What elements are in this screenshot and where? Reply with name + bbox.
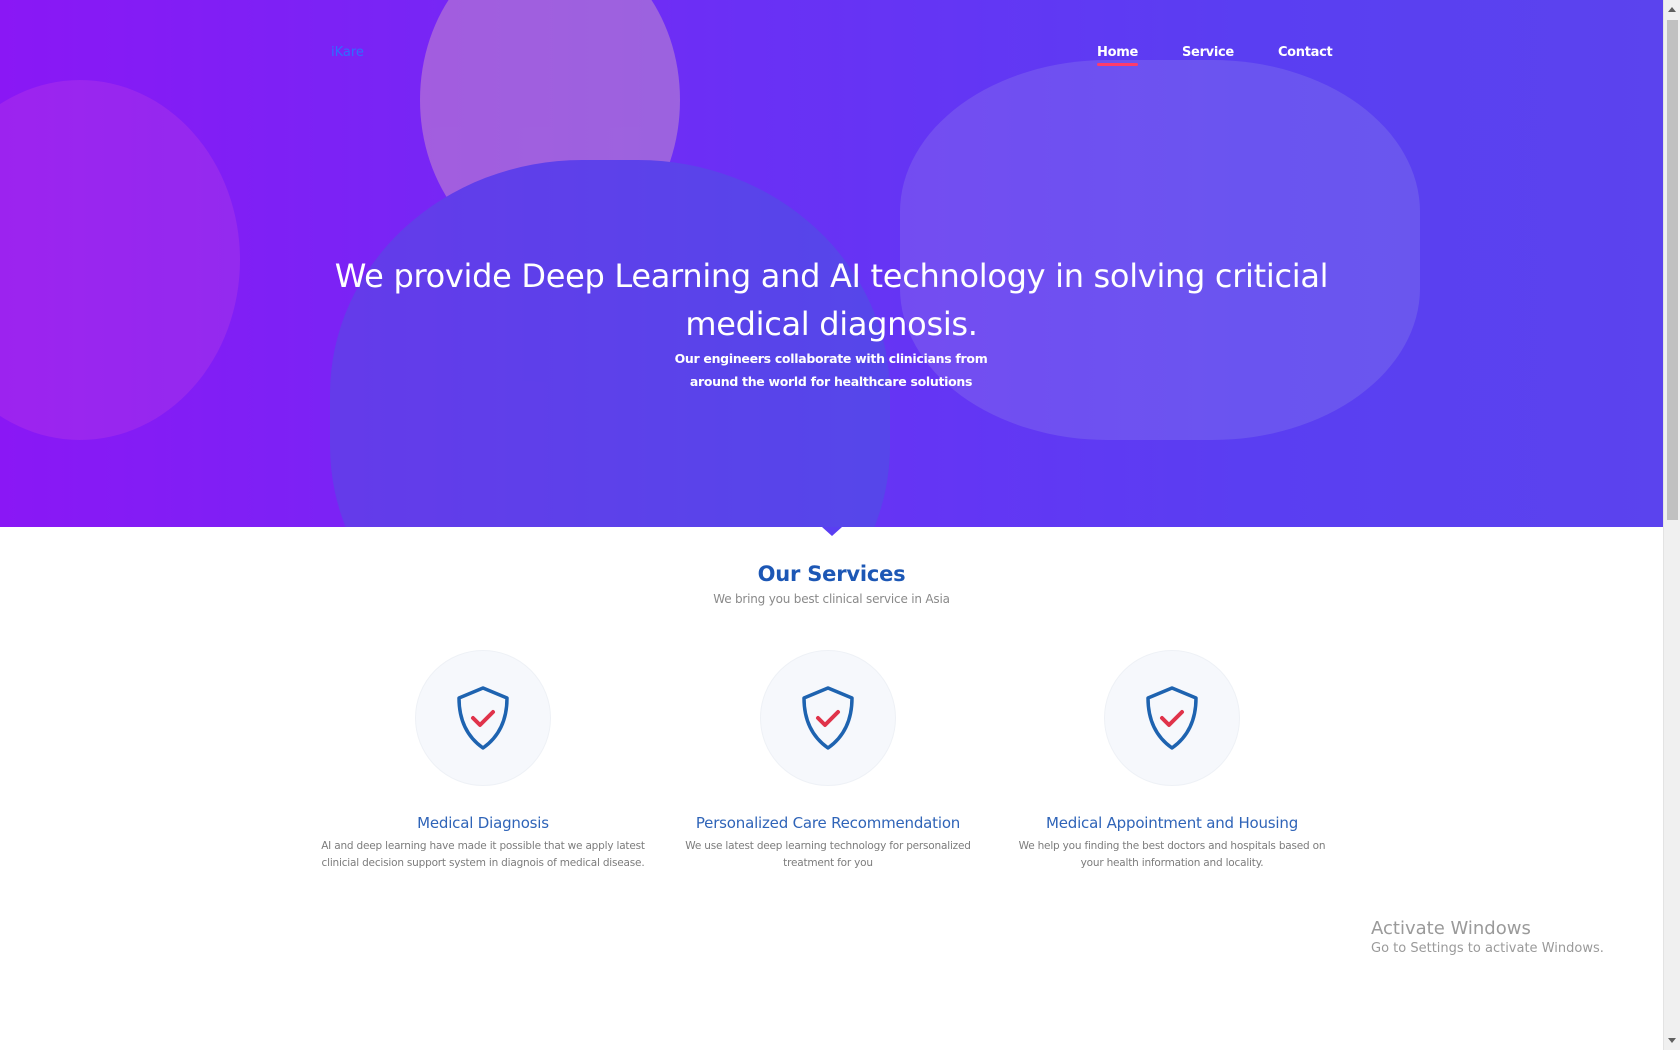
nav-link-service[interactable]: Service [1182, 45, 1234, 60]
brand-logo-link[interactable]: iKare [331, 45, 364, 60]
top-navigation: iKare Home Service Contact [0, 0, 1663, 110]
hero-pointer-arrow [822, 527, 842, 536]
services-subtitle: We bring you best clinical service in As… [713, 592, 950, 606]
hero-subtitle: Our engineers collaborate with clinician… [674, 351, 988, 389]
scrollbar-thumb[interactable] [1667, 20, 1678, 520]
page: iKare Home Service Contact We provide De… [0, 0, 1663, 1050]
service-icon-circle [415, 650, 551, 786]
nav-link-contact[interactable]: Contact [1278, 45, 1333, 60]
shield-check-icon [1146, 686, 1198, 750]
service-card-title: Medical Diagnosis [417, 814, 549, 832]
vertical-scrollbar[interactable] [1663, 0, 1680, 1050]
watermark-subtitle: Go to Settings to activate Windows. [1371, 941, 1604, 956]
windows-activation-watermark: Activate Windows Go to Settings to activ… [1371, 918, 1604, 956]
service-icon-circle [760, 650, 896, 786]
service-card-text: We help you finding the best doctors and… [1018, 840, 1326, 869]
shield-check-icon [457, 686, 509, 750]
service-card-text: We use latest deep learning technology f… [685, 840, 971, 869]
service-card-appointment-housing: Medical Appointment and Housing We help … [1007, 650, 1337, 872]
service-card-medical-diagnosis: Medical Diagnosis AI and deep learning h… [318, 650, 648, 872]
service-card-text: AI and deep learning have made it possib… [321, 840, 645, 869]
nav-links: Home Service Contact [1097, 45, 1333, 66]
service-card-personalized-care: Personalized Care Recommendation We use … [663, 650, 993, 872]
service-icon-circle [1104, 650, 1240, 786]
shield-check-icon [802, 686, 854, 750]
service-card-title: Personalized Care Recommendation [695, 814, 961, 832]
watermark-title: Activate Windows [1371, 918, 1531, 939]
scroll-up-arrow-icon[interactable] [1668, 7, 1676, 12]
service-card-title: Medical Appointment and Housing [1045, 814, 1299, 832]
services-title: Our Services [757, 562, 906, 586]
scroll-down-arrow-icon[interactable] [1668, 1038, 1676, 1043]
hero-section: iKare Home Service Contact We provide De… [0, 0, 1663, 527]
nav-link-home[interactable]: Home [1097, 45, 1138, 66]
hero-title: We provide Deep Learning and AI technolo… [334, 257, 1329, 343]
